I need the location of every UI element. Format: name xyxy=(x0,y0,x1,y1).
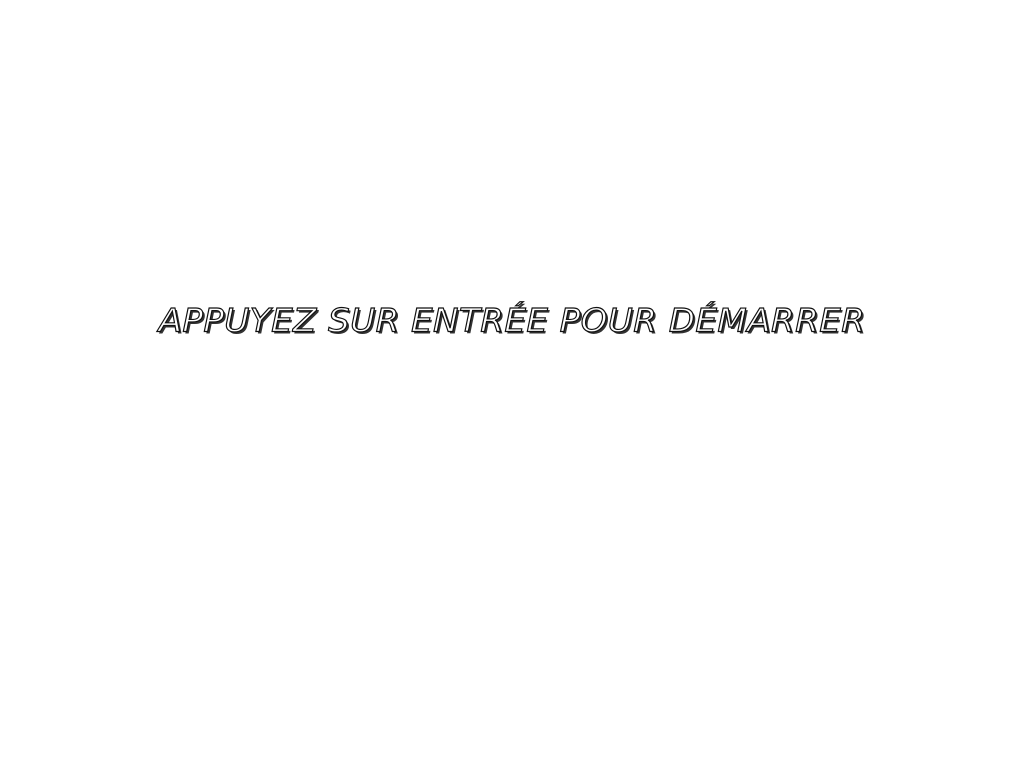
title-screen: APPUYEZ SUR ENTRÉE POUR DÉMARRER xyxy=(0,0,1024,768)
start-prompt: APPUYEZ SUR ENTRÉE POUR DÉMARRER xyxy=(158,301,866,340)
